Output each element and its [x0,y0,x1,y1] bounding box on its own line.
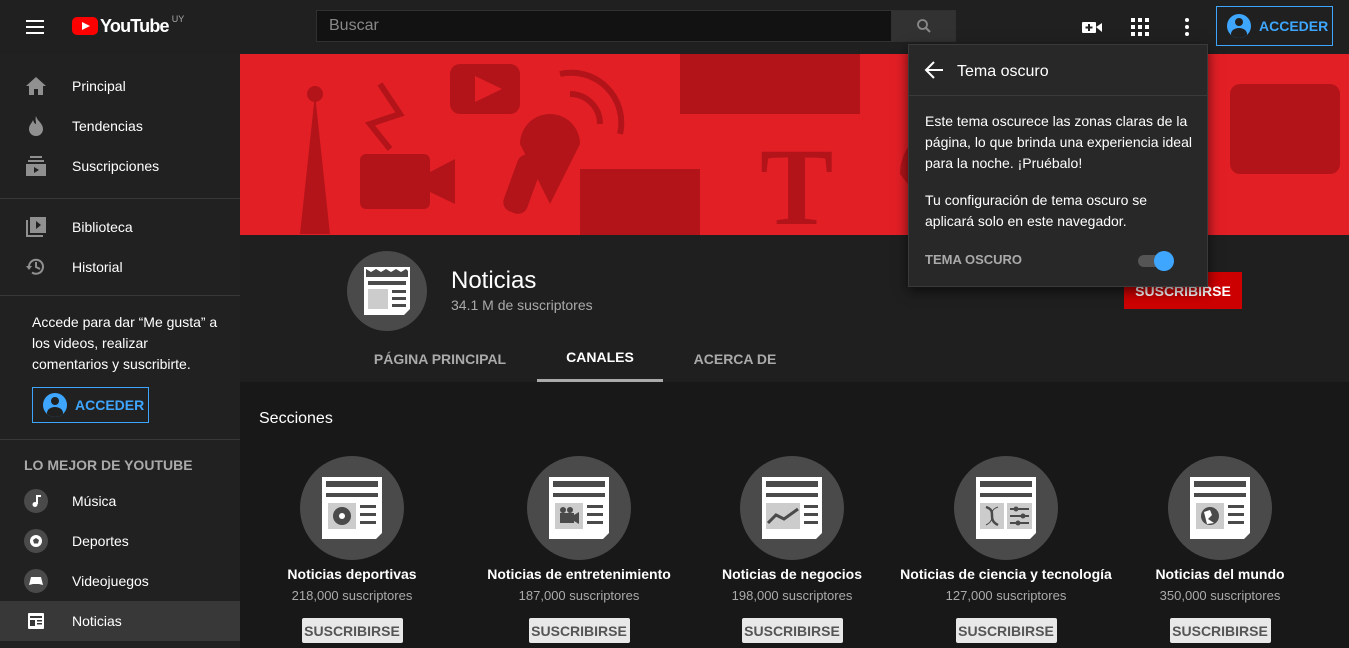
svg-text:T: T [760,126,833,235]
card-subscribers: 350,000 suscriptores [1159,588,1281,603]
channel-card: Noticias de negocios 198,000 suscriptore… [685,456,899,643]
signin-label: ACCEDER [75,397,145,413]
search-icon [916,19,931,33]
sidebar-divider [0,439,240,440]
channel-card: Noticias de entretenimiento 187,000 susc… [472,456,686,643]
apps-grid-icon[interactable] [1128,15,1152,39]
more-vert-icon[interactable] [1175,15,1199,39]
sidebar-divider [0,295,240,296]
sidebar-item-label: Tendencias [72,118,143,134]
channel-card: Noticias deportivas 218,000 suscriptores… [245,456,459,643]
newspaper-icon [364,267,410,315]
channel-name: Noticias [451,267,537,294]
create-video-icon[interactable] [1080,15,1104,39]
sidebar-item-noticias[interactable]: Noticias [0,601,240,641]
science-news-icon[interactable] [954,456,1058,560]
logo-text: YouTube [100,15,170,36]
sections-title: Secciones [259,410,333,427]
news-icon [24,609,48,633]
popup-title: Tema oscuro [957,63,1049,80]
card-name[interactable]: Noticias deportivas [245,566,459,582]
dark-theme-toggle[interactable] [1138,250,1174,271]
sidebar-item-label: Videojuegos [72,573,149,589]
channel-card: Noticias de ciencia y tecnología 127,000… [899,456,1113,643]
business-news-icon[interactable] [740,456,844,560]
channel-subscriber-count: 34.1 M de suscriptores [451,297,593,313]
best-of-youtube-header: LO MEJOR DE YOUTUBE [24,457,193,473]
sidebar-item-label: Noticias [72,613,122,629]
search-input[interactable] [316,10,892,42]
sidebar-item-label: Suscripciones [72,158,160,174]
signin-button-top[interactable]: ACCEDER [1216,6,1333,46]
entertainment-news-icon[interactable] [527,456,631,560]
tab-channels[interactable]: CANALES [537,335,663,382]
sidebar-item-label: Música [72,493,117,509]
library-icon [24,215,48,239]
youtube-play-icon [72,17,98,35]
card-subscribers: 218,000 suscriptores [291,588,413,603]
dark-theme-popup: Tema oscuro Este tema oscurece las zonas… [908,44,1208,287]
toggle-knob [1154,251,1174,271]
history-icon [24,255,48,279]
sports-icon [24,529,48,553]
world-news-icon[interactable] [1168,456,1272,560]
back-arrow-icon[interactable] [923,59,947,83]
menu-icon[interactable] [24,17,48,37]
home-icon [24,74,48,98]
sidebar: Principal Tendencias Suscripciones Bibli… [0,54,240,648]
signin-button-sidebar[interactable]: ACCEDER [32,387,149,423]
card-subscribers: 198,000 suscriptores [731,588,853,603]
account-icon [1227,14,1251,38]
channel-avatar[interactable] [347,251,427,331]
sidebar-item-musica[interactable]: Música [0,481,240,521]
card-subscribers: 127,000 suscriptores [945,588,1067,603]
card-subscribe-button[interactable]: SUSCRIBIRSE [528,618,630,643]
card-subscribe-button[interactable]: SUSCRIBIRSE [1169,618,1271,643]
country-code: UY [171,14,185,24]
card-name[interactable]: Noticias de negocios [685,566,899,582]
sidebar-item-label: Historial [72,259,123,275]
card-name[interactable]: Noticias del mundo [1113,566,1327,582]
sidebar-divider [0,198,240,199]
sports-news-icon[interactable] [300,456,404,560]
flame-icon [24,114,48,138]
card-name[interactable]: Noticias de entretenimiento [472,566,686,582]
sidebar-item-historial[interactable]: Historial [0,247,240,287]
sidebar-item-label: Deportes [72,533,129,549]
card-subscribe-button[interactable]: SUSCRIBIRSE [955,618,1057,643]
music-icon [24,489,48,513]
channel-card: Noticias del mundo 350,000 suscriptores … [1113,456,1327,643]
sidebar-item-suscripciones[interactable]: Suscripciones [0,146,240,186]
youtube-logo[interactable]: YouTube UY [72,14,184,38]
gaming-icon [24,569,48,593]
tab-about[interactable]: ACERCA DE [683,335,787,382]
subscriptions-icon [24,154,48,178]
sidebar-item-biblioteca[interactable]: Biblioteca [0,207,240,247]
popup-note: Tu configuración de tema oscuro se aplic… [925,192,1148,229]
card-subscribers: 187,000 suscriptores [518,588,640,603]
sidebar-item-tendencias[interactable]: Tendencias [0,106,240,146]
card-subscribe-button[interactable]: SUSCRIBIRSE [301,618,403,643]
sidebar-item-videojuegos[interactable]: Videojuegos [0,561,240,601]
sidebar-item-label: Principal [72,78,126,94]
search-button[interactable] [891,10,956,42]
signin-label: ACCEDER [1259,18,1329,34]
account-icon [43,393,67,417]
tab-home[interactable]: PÁGINA PRINCIPAL [362,335,518,382]
popup-description: Este tema oscurece las zonas claras de l… [925,113,1192,171]
sidebar-item-deportes[interactable]: Deportes [0,521,240,561]
sidebar-item-principal[interactable]: Principal [0,66,240,106]
popup-header: Tema oscuro [909,45,1207,96]
card-name[interactable]: Noticias de ciencia y tecnología [899,566,1113,582]
sidebar-item-label: Biblioteca [72,219,133,235]
card-subscribe-button[interactable]: SUSCRIBIRSE [741,618,843,643]
signin-prompt: Accede para dar “Me gusta” a los videos,… [32,314,218,372]
dark-theme-toggle-label: TEMA OSCURO [925,252,1023,267]
